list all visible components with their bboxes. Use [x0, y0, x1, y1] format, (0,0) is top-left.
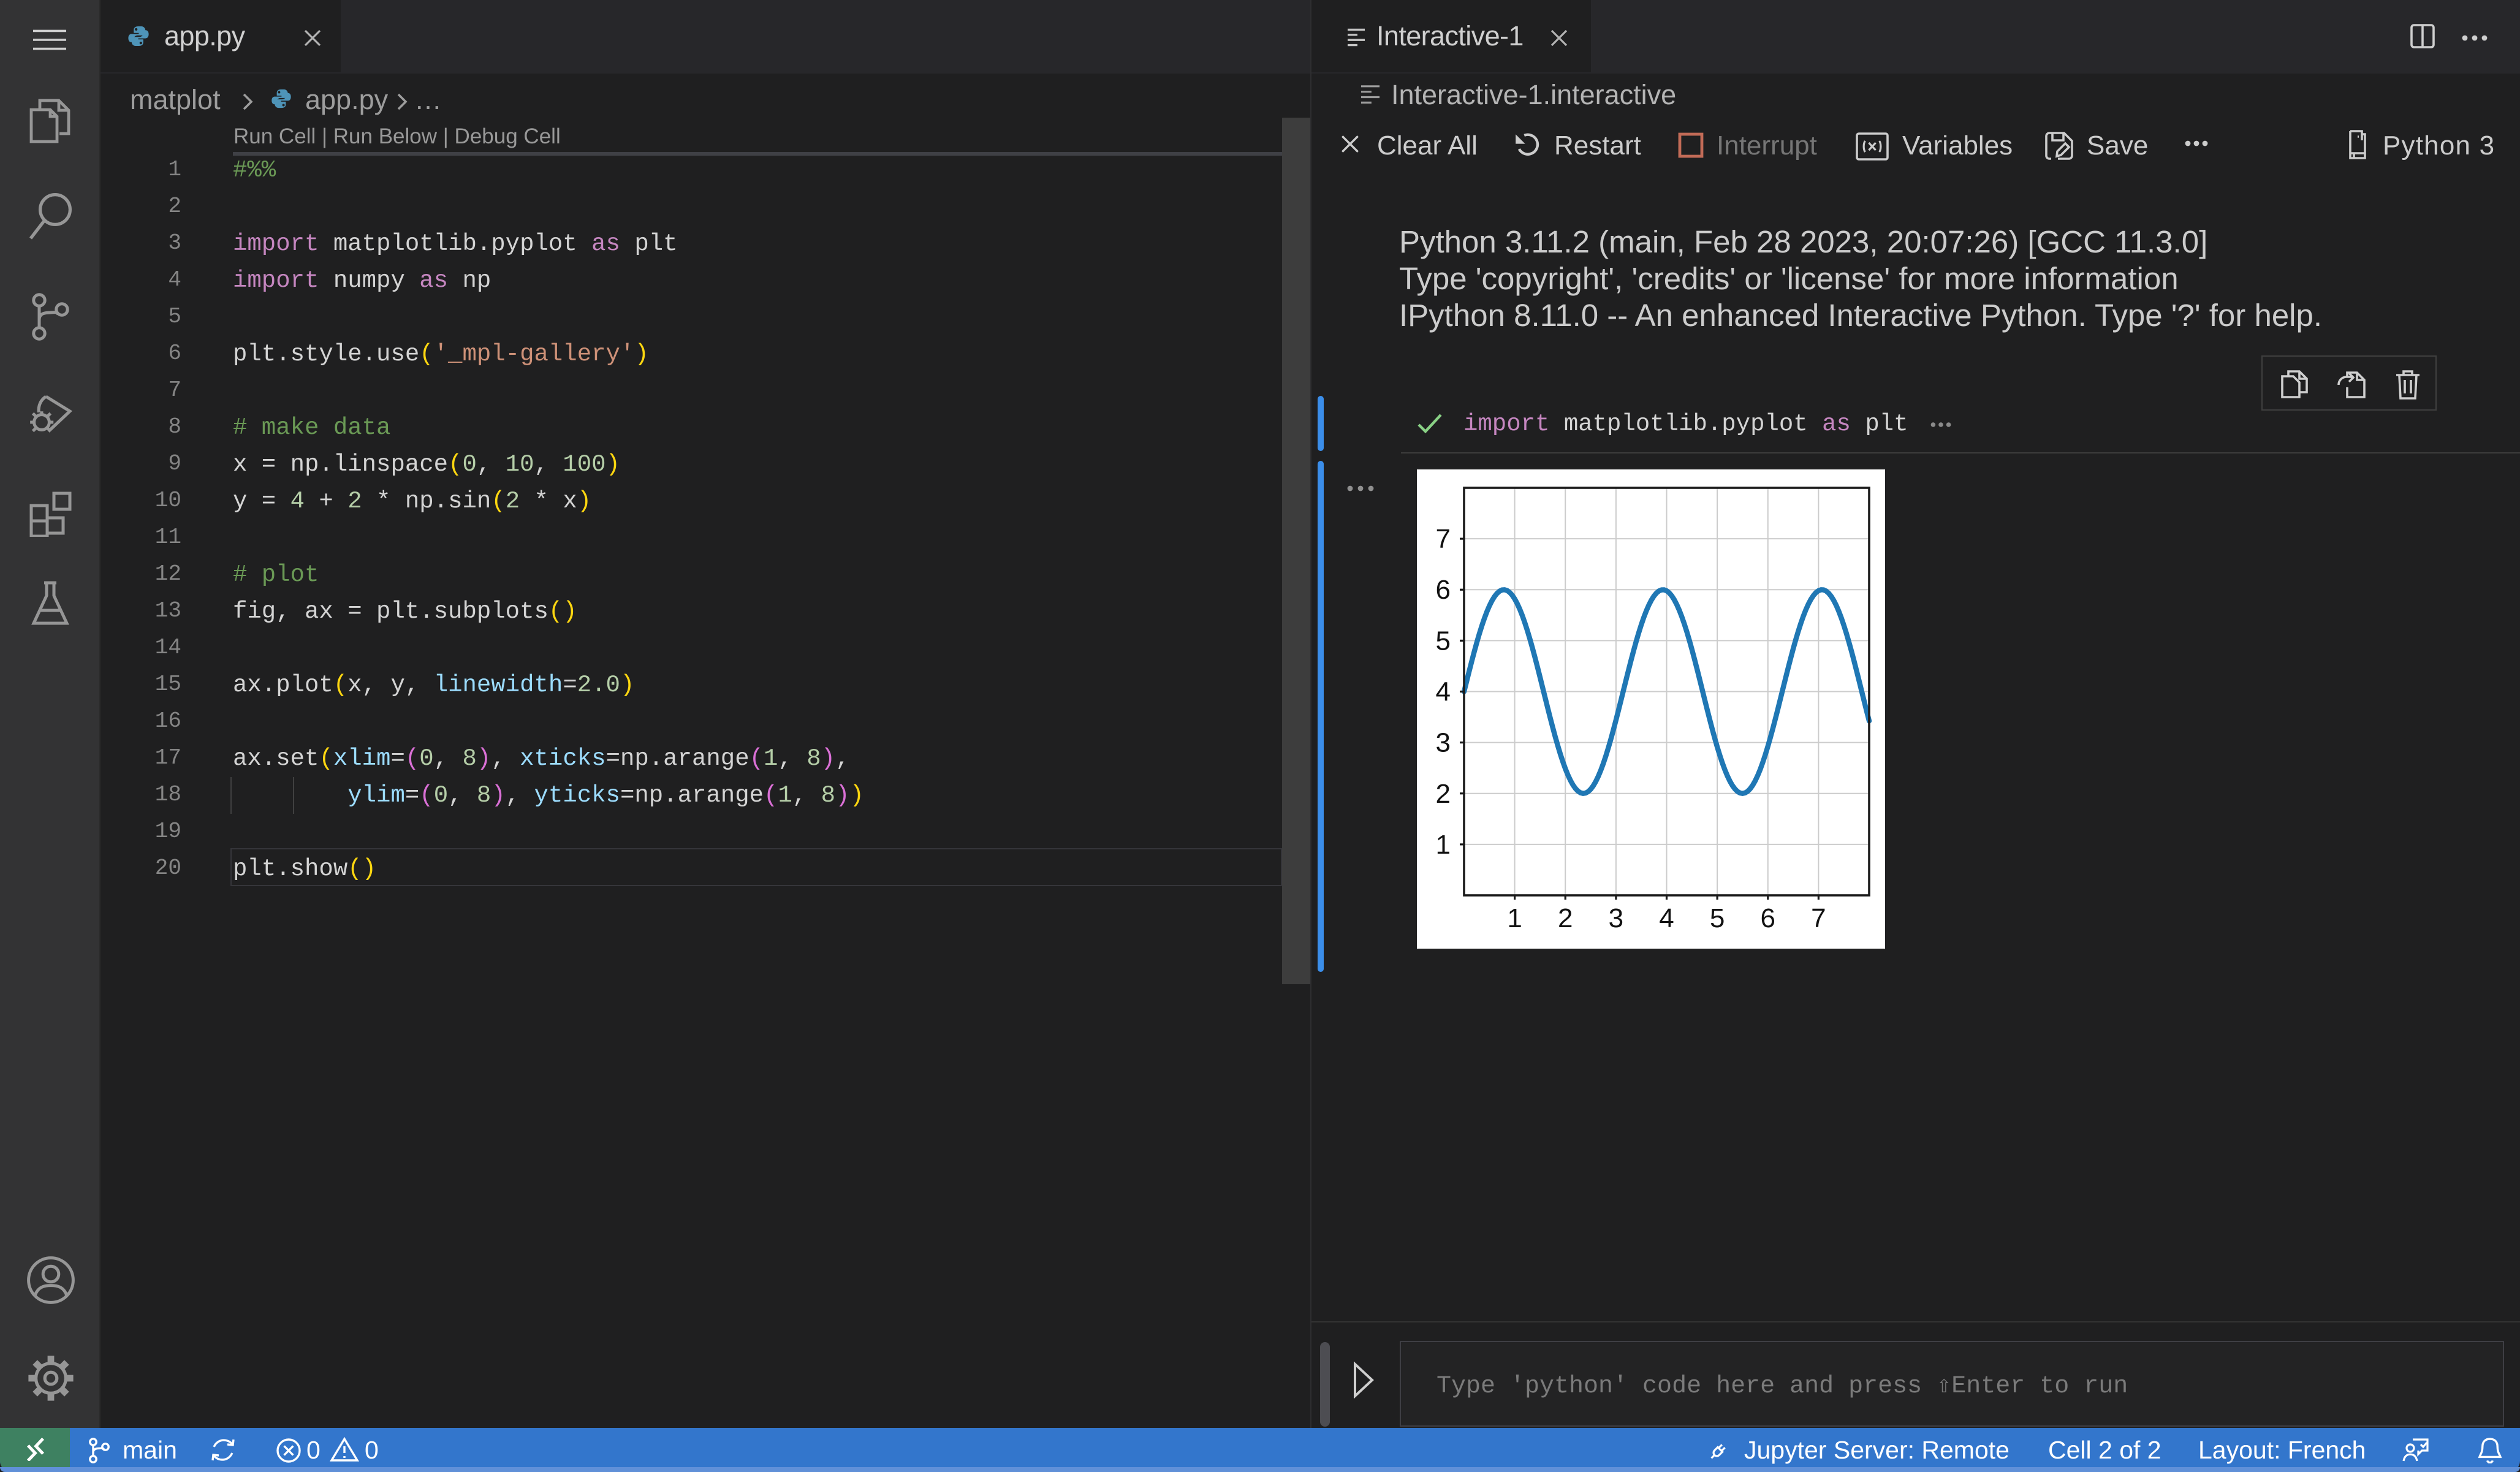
svg-text:5: 5 [1709, 903, 1724, 933]
svg-text:7: 7 [1435, 523, 1450, 553]
svg-text:5: 5 [1435, 625, 1450, 655]
svg-text:7: 7 [1810, 903, 1825, 933]
svg-text:3: 3 [1608, 903, 1623, 933]
svg-text:4: 4 [1658, 903, 1673, 933]
svg-text:4: 4 [1435, 677, 1450, 707]
svg-text:6: 6 [1760, 903, 1775, 933]
svg-text:2: 2 [1435, 778, 1450, 808]
svg-text:2: 2 [1557, 903, 1572, 933]
svg-text:3: 3 [1435, 727, 1450, 757]
svg-text:6: 6 [1435, 574, 1450, 604]
svg-text:1: 1 [1506, 903, 1521, 933]
svg-text:1: 1 [1435, 829, 1450, 859]
